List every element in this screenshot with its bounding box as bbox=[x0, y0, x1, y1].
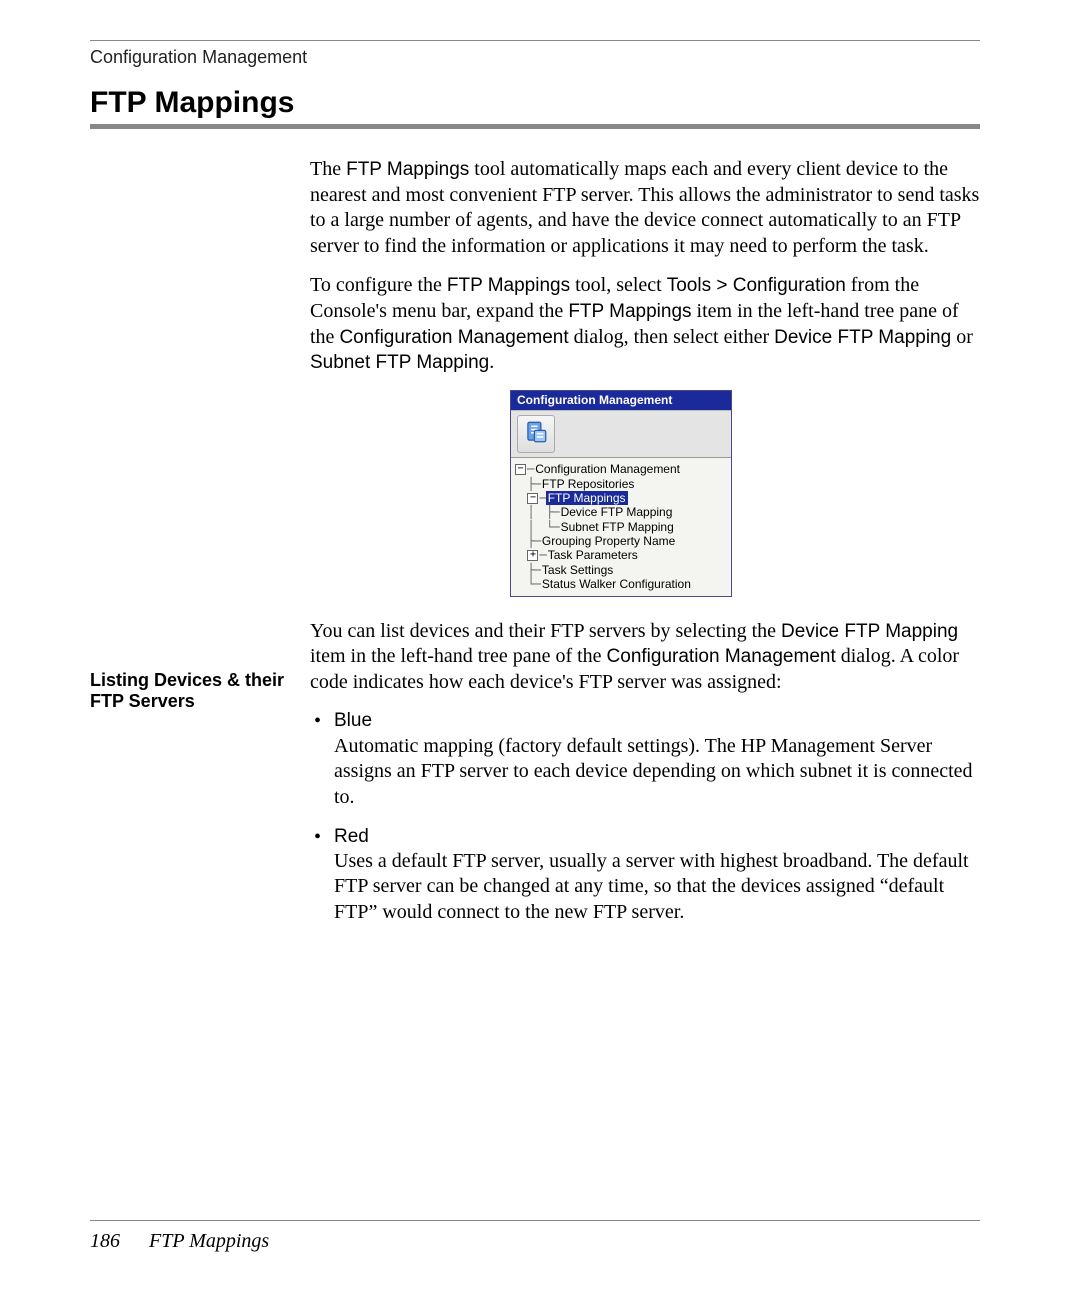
ui-term: Subnet FTP Mapping bbox=[310, 352, 489, 373]
tree-label: Grouping Property Name bbox=[540, 534, 677, 548]
collapse-icon[interactable]: − bbox=[515, 464, 526, 475]
tree-node-root[interactable]: − ─ Configuration Management bbox=[515, 462, 729, 476]
ui-term: Device FTP Mapping bbox=[781, 621, 958, 642]
page-number: 186 bbox=[90, 1230, 120, 1252]
tree-node[interactable]: + ─ Task Parameters bbox=[515, 548, 729, 562]
tree-node-ftp-mappings[interactable]: − ─ FTP Mappings bbox=[515, 491, 729, 505]
text: or bbox=[951, 326, 973, 348]
tree-label: Configuration Management bbox=[533, 462, 682, 476]
ui-term-ftp-mappings: FTP Mappings bbox=[346, 159, 469, 180]
configure-paragraph: To configure the FTP Mappings tool, sele… bbox=[310, 273, 980, 375]
tree-label: Device FTP Mapping bbox=[559, 505, 675, 519]
ui-term: Device FTP Mapping bbox=[774, 327, 951, 348]
tree-label: FTP Repositories bbox=[540, 477, 636, 491]
tree-node[interactable]: ├─ Grouping Property Name bbox=[515, 534, 729, 548]
text: dialog, then select either bbox=[569, 326, 774, 348]
panel-toolbar bbox=[511, 410, 731, 458]
section-title: FTP Mappings bbox=[90, 86, 980, 120]
collapse-icon[interactable]: − bbox=[527, 493, 538, 504]
page-footer: 186 FTP Mappings bbox=[90, 1230, 269, 1253]
top-rule bbox=[90, 40, 980, 41]
ui-term: Configuration Management bbox=[607, 646, 836, 667]
listing-paragraph: You can list devices and their FTP serve… bbox=[310, 619, 980, 696]
ui-term: FTP Mappings bbox=[447, 275, 570, 296]
running-head: Configuration Management bbox=[90, 47, 980, 68]
tree-label: Task Parameters bbox=[546, 548, 640, 562]
panel-title: Configuration Management bbox=[511, 391, 731, 410]
list-item: Red Uses a default FTP server, usually a… bbox=[334, 825, 980, 926]
tree-label: Status Walker Configuration bbox=[540, 577, 693, 591]
ui-term: Configuration Management bbox=[339, 327, 568, 348]
text: To configure the bbox=[310, 274, 447, 296]
bullet-label: Blue bbox=[334, 709, 980, 733]
footer-title: FTP Mappings bbox=[149, 1230, 269, 1252]
tree-label-selected: FTP Mappings bbox=[546, 491, 628, 505]
ui-term: FTP Mappings bbox=[568, 301, 691, 322]
footer-rule bbox=[90, 1220, 980, 1221]
tree-node[interactable]: └─ Status Walker Configuration bbox=[515, 577, 729, 591]
tree-node[interactable]: │ └─ Subnet FTP Mapping bbox=[515, 520, 729, 534]
bullet-body: Uses a default FTP server, usually a ser… bbox=[334, 849, 980, 926]
tree-view[interactable]: − ─ Configuration Management ├─ FTP Repo… bbox=[511, 458, 731, 596]
text: . bbox=[489, 351, 494, 373]
text: The bbox=[310, 158, 346, 180]
tree-node[interactable]: ├─ Task Settings bbox=[515, 563, 729, 577]
ui-term: Tools > Configuration bbox=[667, 275, 846, 296]
intro-paragraph: The FTP Mappings tool automatically maps… bbox=[310, 157, 980, 259]
config-management-panel: Configuration Management bbox=[510, 390, 732, 597]
color-code-list: Blue Automatic mapping (factory default … bbox=[310, 709, 980, 925]
title-underline bbox=[90, 124, 980, 129]
text: item in the left-hand tree pane of the bbox=[310, 645, 607, 667]
list-item: Blue Automatic mapping (factory default … bbox=[334, 709, 980, 810]
tree-node[interactable]: │ ├─ Device FTP Mapping bbox=[515, 505, 729, 519]
bullet-label: Red bbox=[334, 825, 980, 849]
tree-node[interactable]: ├─ FTP Repositories bbox=[515, 477, 729, 491]
text: You can list devices and their FTP serve… bbox=[310, 620, 781, 642]
toolbar-button[interactable] bbox=[517, 415, 555, 453]
document-icon bbox=[523, 419, 549, 449]
expand-icon[interactable]: + bbox=[527, 550, 538, 561]
tree-label: Subnet FTP Mapping bbox=[559, 520, 676, 534]
text: tool, select bbox=[570, 274, 667, 296]
side-heading: Listing Devices & their FTP Servers bbox=[90, 670, 300, 712]
tree-label: Task Settings bbox=[540, 563, 615, 577]
bullet-body: Automatic mapping (factory default setti… bbox=[334, 734, 980, 811]
